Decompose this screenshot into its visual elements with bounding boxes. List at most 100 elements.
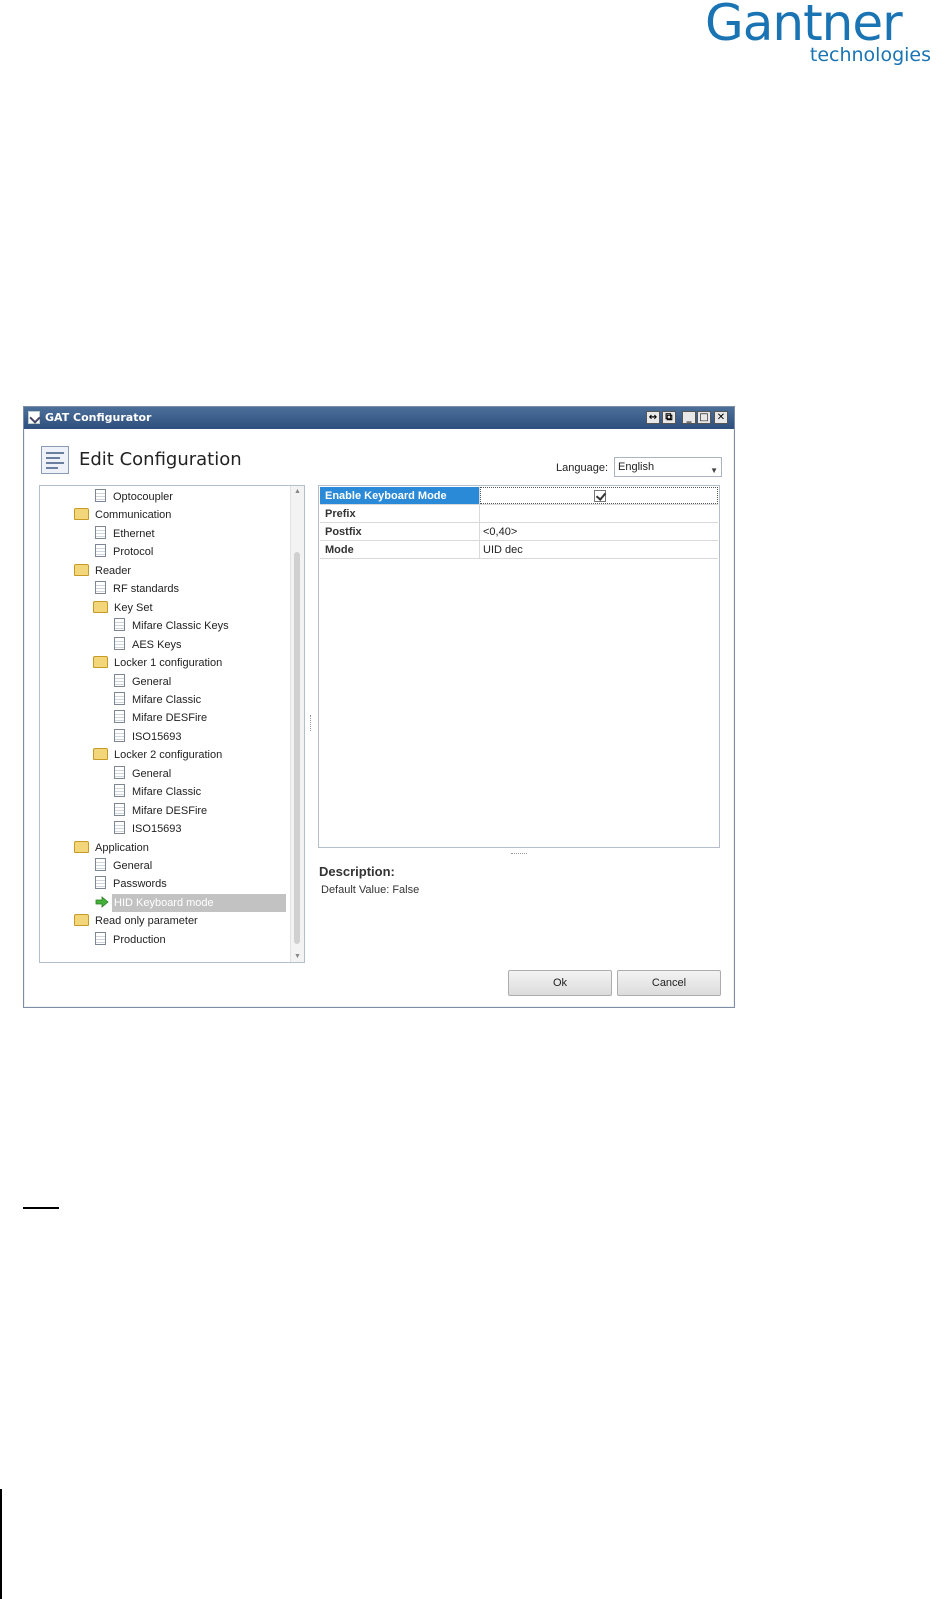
document-icon [114, 673, 125, 687]
tree-item[interactable]: Communication [74, 506, 173, 524]
tree-item[interactable]: Locker 1 configuration [93, 654, 224, 672]
tree-item[interactable]: Mifare Classic [114, 691, 203, 709]
folder-icon [93, 600, 108, 613]
folder-icon [74, 508, 89, 521]
scrollbar-thumb[interactable] [294, 552, 300, 944]
tree-item[interactable]: Passwords [95, 875, 169, 893]
property-value[interactable]: UID dec [480, 541, 718, 558]
minimize-icon[interactable]: _ [682, 411, 696, 424]
document-icon [95, 581, 106, 595]
document-icon [114, 710, 125, 724]
restore-tile-icon[interactable]: ⧉ [662, 411, 676, 424]
chevron-down-icon: ▼ [710, 466, 718, 475]
tree-item[interactable]: RF standards [95, 580, 181, 598]
folder-icon [74, 840, 89, 853]
tree-item-label: ISO15693 [132, 730, 182, 743]
tree-item-label: Mifare DESFire [132, 804, 208, 817]
tree-item[interactable]: Application [74, 839, 151, 857]
property-value[interactable]: <0,40> [480, 523, 718, 540]
tree-item-label: Locker 2 configuration [114, 749, 223, 762]
tree-item[interactable]: Production [95, 931, 168, 949]
tree-scrollbar[interactable]: ▲ ▼ [290, 486, 304, 962]
title-bar[interactable]: GAT Configurator ↔ ⧉ _ □ ✕ [24, 407, 734, 429]
document-icon [95, 525, 106, 539]
property-row[interactable]: Mode UID dec [320, 541, 718, 559]
tree-item-label: ISO15693 [132, 823, 182, 836]
document-icon [95, 931, 106, 945]
tree-item[interactable]: Mifare Classic [114, 783, 203, 801]
config-tree: ▲ ▼ Optocoupler Communication Ethernet Prot… [39, 485, 305, 963]
tree-item[interactable]: General [95, 857, 154, 875]
property-row[interactable]: Prefix [320, 505, 718, 523]
property-key: Mode [320, 541, 480, 558]
property-value[interactable] [480, 505, 718, 522]
description-title: Description: [319, 864, 395, 879]
document-icon [95, 876, 106, 890]
horizontal-splitter[interactable] [511, 853, 527, 854]
underline-mark [23, 1207, 59, 1209]
arrow-right-icon [95, 896, 109, 908]
tree-item[interactable]: HID Keyboard mode [95, 893, 286, 912]
tree-item-label: HID Keyboard mode [112, 893, 286, 912]
tree-item-label: Read only parameter [95, 915, 198, 928]
tree-item[interactable]: Key Set [93, 599, 155, 617]
enable-keyboard-mode-checkbox[interactable] [594, 490, 606, 502]
tree-item[interactable]: Read only parameter [74, 912, 200, 930]
property-value-checkbox-cell[interactable] [480, 487, 718, 504]
tree-item[interactable]: Mifare Classic Keys [114, 617, 231, 635]
tree-item[interactable]: Mifare DESFire [114, 709, 209, 727]
tree-item-label: Ethernet [113, 527, 155, 540]
tree-item-label: RF standards [113, 583, 180, 596]
tree-item-label: Communication [95, 509, 172, 522]
tree-item-label: Mifare Classic Keys [132, 620, 229, 633]
document-icon [114, 728, 125, 742]
pin-icon[interactable]: ↔ [646, 411, 660, 424]
tree-item-label: Locker 1 configuration [114, 657, 223, 670]
property-key: Prefix [320, 505, 480, 522]
close-icon[interactable]: ✕ [714, 411, 728, 424]
property-key: Enable Keyboard Mode [320, 487, 480, 504]
tree-item[interactable]: AES Keys [114, 636, 184, 654]
tree-item[interactable]: Optocoupler [95, 488, 175, 506]
gat-configurator-window: GAT Configurator ↔ ⧉ _ □ ✕ Edit Configur… [23, 406, 735, 1008]
property-grid: Enable Keyboard Mode Prefix Postfix <0,40> M… [318, 485, 720, 848]
tree-item[interactable]: Locker 2 configuration [93, 746, 224, 764]
tree-item[interactable]: ISO15693 [114, 728, 184, 746]
language-select[interactable]: English ▼ [614, 457, 722, 477]
folder-icon [74, 914, 89, 927]
tree-item[interactable]: General [114, 765, 173, 783]
logo-sub-text: technologies [809, 44, 931, 66]
vertical-splitter[interactable] [310, 715, 312, 731]
tree-item[interactable]: General [114, 673, 173, 691]
folder-icon [74, 563, 89, 576]
property-row[interactable]: Enable Keyboard Mode [320, 487, 718, 505]
language-label: Language: [556, 462, 608, 474]
property-row[interactable]: Postfix <0,40> [320, 523, 718, 541]
tree-item[interactable]: Protocol [95, 543, 155, 561]
document-icon [95, 489, 106, 502]
document-icon [95, 858, 106, 871]
scroll-down-icon[interactable]: ▼ [294, 953, 301, 960]
document-icon [114, 802, 125, 816]
maximize-icon[interactable]: □ [697, 411, 711, 424]
description-text: Default Value: False [321, 884, 420, 896]
tree-item[interactable]: Mifare DESFire [114, 802, 209, 820]
window-client: Edit Configuration Language: English ▼ ▲… [25, 429, 733, 1006]
tree-item[interactable]: Ethernet [95, 525, 157, 543]
scroll-up-icon[interactable]: ▲ [294, 488, 301, 495]
tree-item-label: AES Keys [132, 638, 182, 651]
tree-item-label: Application [95, 841, 149, 854]
document-icon [95, 544, 106, 558]
document-icon [114, 784, 125, 798]
window-title: GAT Configurator [45, 411, 152, 424]
ok-button[interactable]: Ok [508, 970, 612, 996]
tree-item-label: Key Set [114, 601, 153, 614]
tree-item[interactable]: Reader [74, 562, 133, 580]
tree-item-label: General [113, 860, 153, 872]
tree-item[interactable]: ISO15693 [114, 820, 184, 838]
tree-item-label: Mifare Classic [132, 786, 202, 799]
cancel-button[interactable]: Cancel [617, 970, 721, 996]
folder-icon [93, 656, 108, 669]
document-icon [114, 691, 125, 705]
tree-item-label: Production [113, 933, 166, 946]
